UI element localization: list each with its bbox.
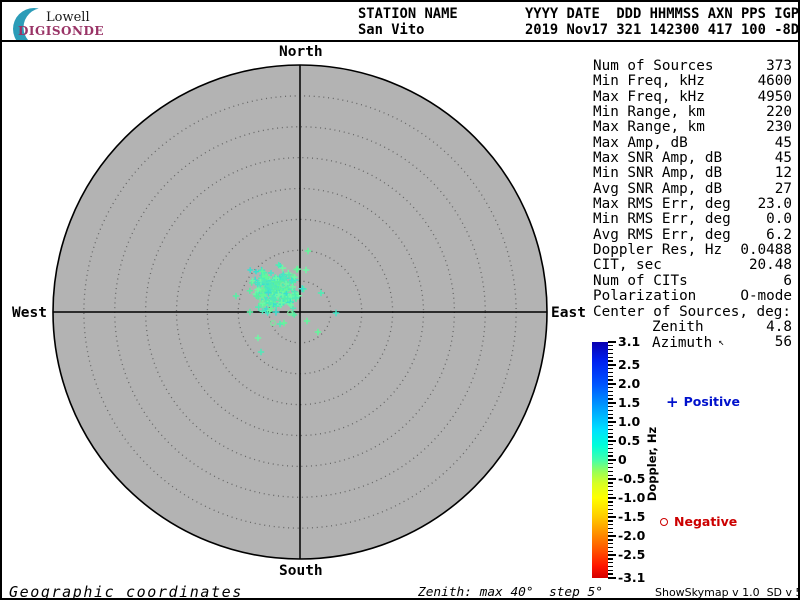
- skymap-plot: [52, 64, 548, 560]
- header-bar: Lowell DIGISONDE STATION NAME YYYY DATE …: [0, 0, 800, 42]
- header-columns-value: 2019 Nov17 321 142300 417 100 -8D: [525, 22, 800, 38]
- header-station-name-value: San Vito: [358, 22, 425, 38]
- logo-digisonde-text: DIGISONDE: [18, 24, 105, 38]
- logo-lowell-text: Lowell: [46, 10, 90, 25]
- header-station-name-label: STATION NAME: [358, 6, 458, 22]
- header-columns-label: YYYY DATE DDD HHMMSS AXN PPS IGP: [525, 6, 800, 22]
- showskymap-window: Lowell DIGISONDE STATION NAME YYYY DATE …: [0, 0, 800, 600]
